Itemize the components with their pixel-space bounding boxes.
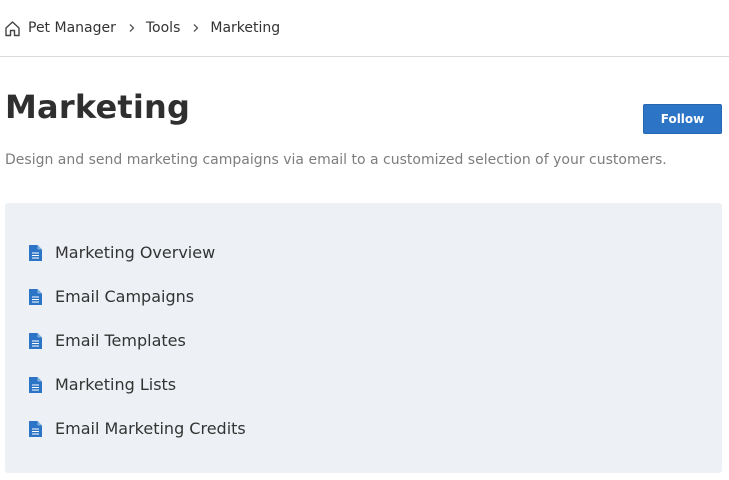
- article-item-email-marketing-credits[interactable]: Email Marketing Credits: [5, 406, 722, 450]
- article-item-marketing-overview[interactable]: Marketing Overview: [5, 230, 722, 274]
- article-item-email-templates[interactable]: Email Templates: [5, 318, 722, 362]
- article-item-marketing-lists[interactable]: Marketing Lists: [5, 362, 722, 406]
- breadcrumb-item-pet-manager[interactable]: Pet Manager: [28, 20, 116, 36]
- page-title: Marketing: [5, 88, 191, 126]
- breadcrumb-item-tools[interactable]: Tools: [146, 20, 181, 36]
- article-label: Marketing Overview: [55, 242, 216, 262]
- document-icon: [29, 421, 42, 437]
- article-list: Marketing Overview Email Campaigns Email…: [5, 203, 722, 473]
- document-icon: [29, 333, 42, 349]
- breadcrumb: Pet Manager Tools Marketing: [0, 0, 729, 57]
- document-icon: [29, 289, 42, 305]
- chevron-right-icon: [127, 23, 137, 33]
- article-label: Email Templates: [55, 330, 186, 350]
- article-label: Email Campaigns: [55, 286, 195, 306]
- document-icon: [29, 377, 42, 393]
- follow-button[interactable]: Follow: [643, 104, 722, 134]
- article-label: Email Marketing Credits: [55, 418, 246, 438]
- chevron-right-icon: [191, 23, 201, 33]
- home-icon[interactable]: [4, 20, 21, 37]
- article-item-email-campaigns[interactable]: Email Campaigns: [5, 274, 722, 318]
- page-description: Design and send marketing campaigns via …: [5, 152, 667, 168]
- article-label: Marketing Lists: [55, 374, 177, 394]
- document-icon: [29, 245, 42, 261]
- breadcrumb-item-marketing: Marketing: [210, 20, 281, 36]
